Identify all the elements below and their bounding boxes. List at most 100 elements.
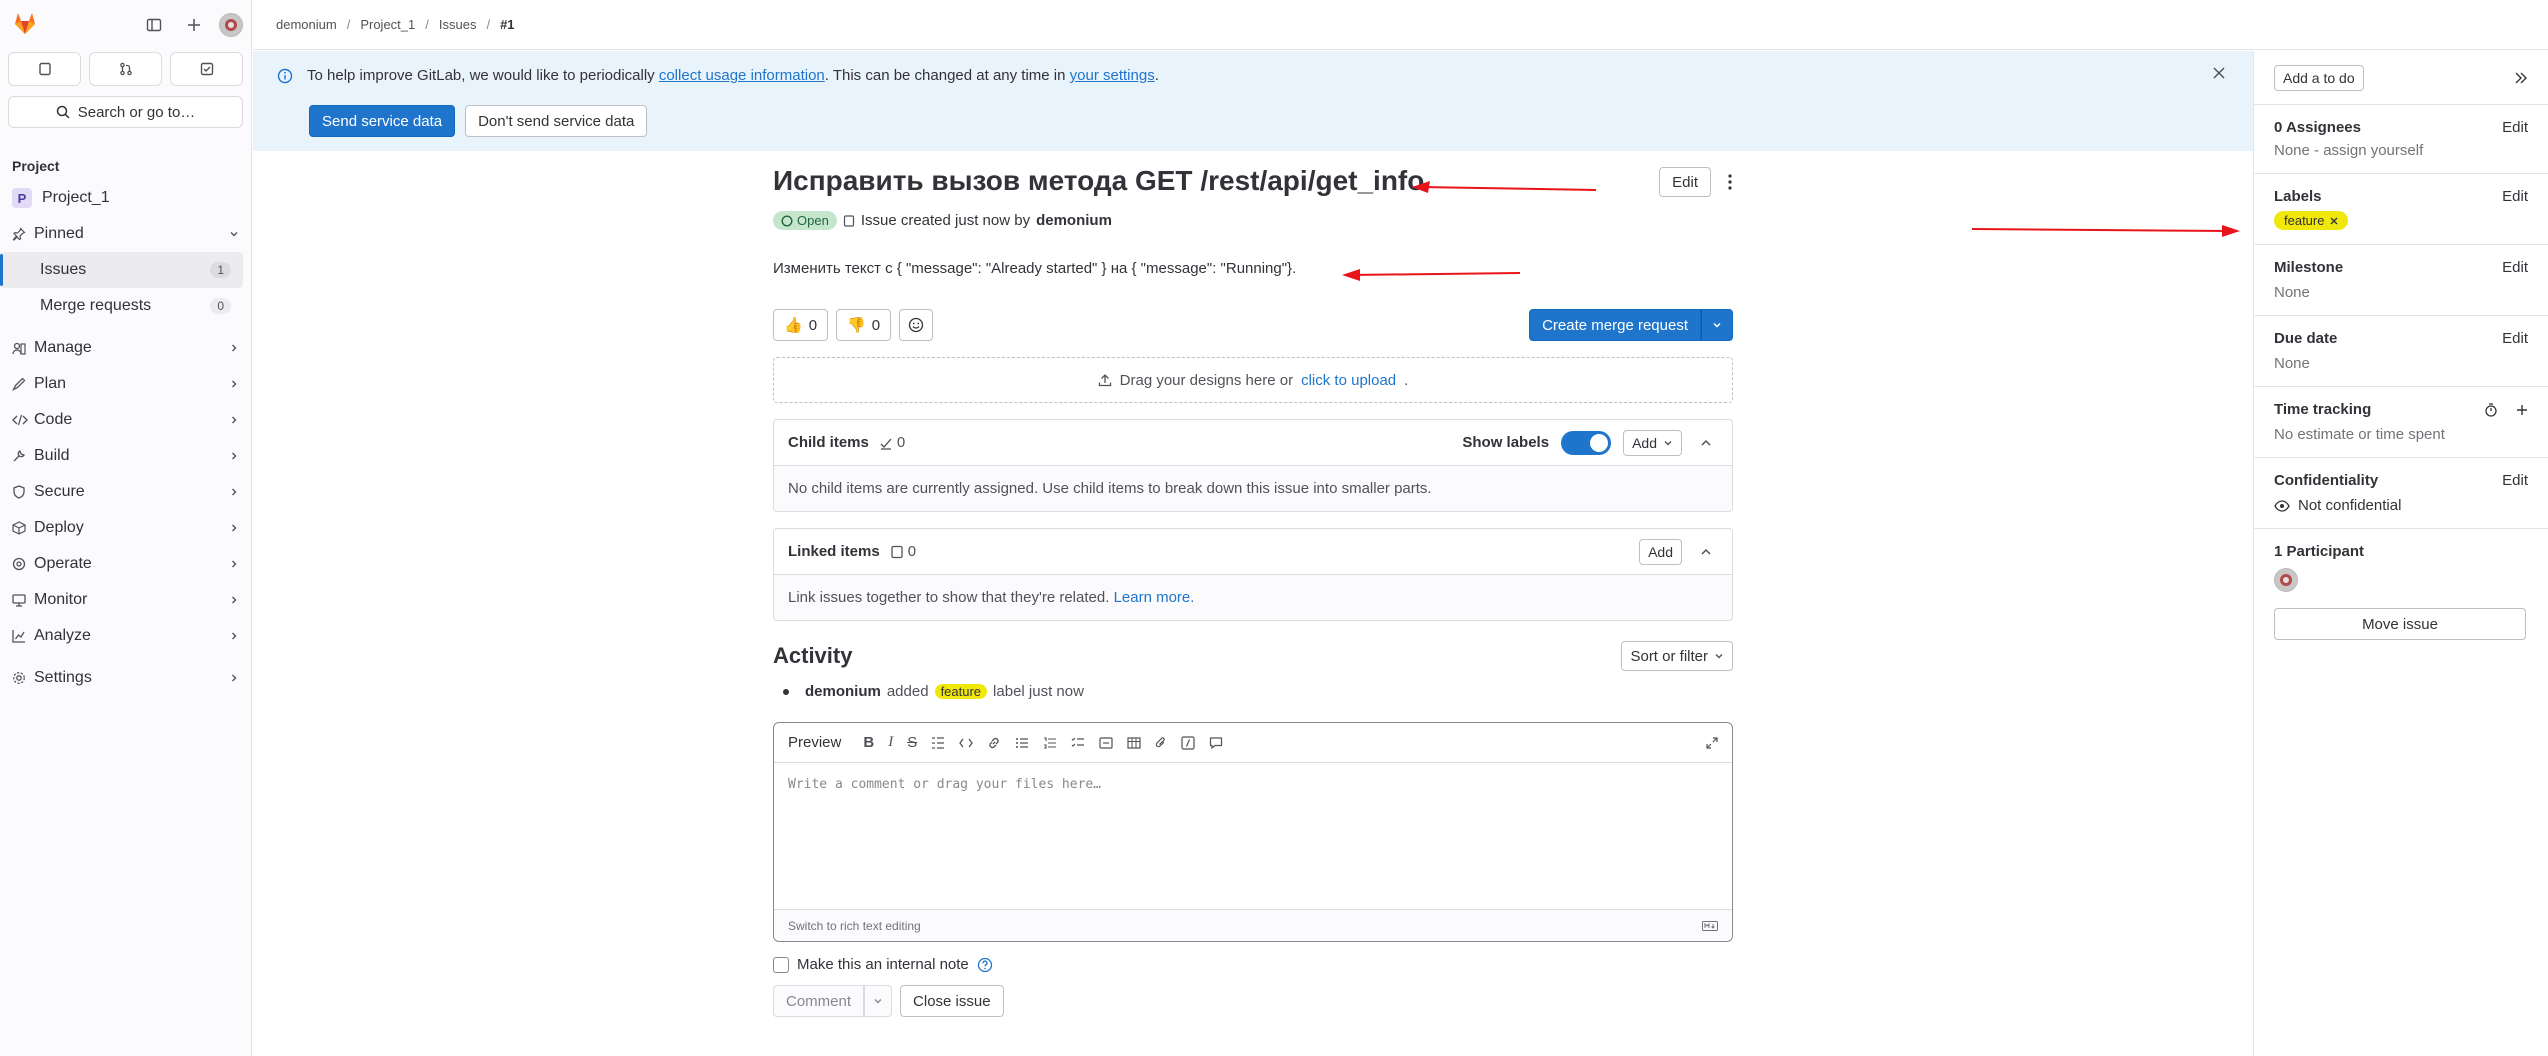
note-bullet: [783, 688, 789, 695]
breadcrumb-current[interactable]: #1: [500, 17, 514, 32]
link-icon[interactable]: [987, 736, 1001, 750]
search-label: Search or go to…: [77, 103, 196, 121]
sidebar-item-deploy[interactable]: Deploy: [0, 510, 251, 546]
sidebar-item-secure[interactable]: Secure: [0, 474, 251, 510]
your-settings-link[interactable]: your settings: [1070, 67, 1155, 84]
code-icon[interactable]: [959, 737, 974, 749]
due-date-edit-button[interactable]: Edit: [2502, 330, 2528, 347]
stopwatch-icon[interactable]: [2484, 402, 2498, 417]
sidebar-pinned-toggle[interactable]: Pinned: [0, 216, 251, 252]
breadcrumb-separator: /: [486, 17, 491, 32]
thumbs-down-button[interactable]: 👎 0: [836, 309, 892, 341]
note-author[interactable]: demonium: [805, 683, 881, 700]
chevron-down-icon[interactable]: [1701, 309, 1733, 341]
merge-requests-icon[interactable]: [89, 52, 162, 86]
internal-note-label: Make this an internal note: [797, 956, 969, 973]
create-new-icon[interactable]: [179, 10, 209, 40]
show-labels-toggle[interactable]: [1561, 430, 1612, 455]
sidebar-item-issues[interactable]: Issues 1: [0, 252, 243, 288]
collapsible-icon[interactable]: [1099, 736, 1113, 749]
create-merge-request-button[interactable]: Create merge request: [1529, 309, 1701, 341]
more-actions-icon[interactable]: [1727, 173, 1733, 191]
chevron-down-icon[interactable]: [864, 985, 893, 1017]
sidebar-item-code[interactable]: Code: [0, 402, 251, 438]
task-list-icon[interactable]: [1071, 737, 1085, 749]
collapse-chevron-up-icon[interactable]: [1694, 546, 1718, 558]
label-badge[interactable]: feature: [2274, 211, 2349, 230]
sidebar-item-merge-requests[interactable]: Merge requests 0: [0, 288, 243, 324]
send-service-data-button[interactable]: Send service data: [309, 105, 456, 137]
numbered-list-icon[interactable]: [1043, 736, 1057, 749]
italic-icon[interactable]: I: [888, 734, 893, 751]
bullet-list-icon[interactable]: [1015, 737, 1029, 749]
strikethrough-icon[interactable]: S: [907, 734, 917, 751]
breadcrumb-item[interactable]: Project_1: [360, 17, 415, 32]
confidentiality-edit-button[interactable]: Edit: [2502, 472, 2528, 489]
todo-list-icon[interactable]: [170, 52, 243, 86]
sidebar-item-plan[interactable]: Plan: [0, 366, 251, 402]
sort-filter-button[interactable]: Sort or filter: [1621, 641, 1733, 671]
sidebar-item-build[interactable]: Build: [0, 438, 251, 474]
comment-button[interactable]: Comment: [773, 985, 865, 1017]
breadcrumb-item[interactable]: demonium: [276, 17, 337, 32]
comment-editor: Preview B I S Write a comment or drag yo…: [773, 722, 1733, 942]
table-icon[interactable]: [1127, 736, 1141, 749]
comment-template-icon[interactable]: [1209, 736, 1223, 750]
edit-issue-button[interactable]: Edit: [1659, 167, 1711, 197]
linked-items-add-button[interactable]: Add: [1639, 538, 1682, 565]
confidentiality-value: Not confidential: [2298, 497, 2402, 514]
sidebar-item-manage[interactable]: Manage: [0, 330, 251, 366]
sidebar-item-operate[interactable]: Operate: [0, 546, 251, 582]
learn-more-link[interactable]: Learn more.: [1114, 589, 1195, 606]
milestone-edit-button[interactable]: Edit: [2502, 259, 2528, 276]
add-reaction-icon[interactable]: [899, 309, 934, 341]
dont-send-service-data-button[interactable]: Don't send service data: [465, 105, 648, 137]
remove-label-icon[interactable]: [2330, 217, 2338, 225]
linked-items-empty-text: Link issues together to show that they'r…: [788, 589, 1110, 606]
sidebar-item-settings[interactable]: Settings: [0, 660, 251, 696]
sidebar-item-analyze[interactable]: Analyze: [0, 618, 251, 654]
close-icon[interactable]: [2213, 67, 2225, 79]
assigned-issues-icon[interactable]: [8, 52, 81, 86]
child-items-add-button[interactable]: Add: [1623, 429, 1682, 456]
collapse-chevron-up-icon[interactable]: [1694, 437, 1718, 449]
add-todo-button[interactable]: Add a to do: [2274, 64, 2364, 91]
click-to-upload-link[interactable]: click to upload: [1301, 372, 1396, 389]
editor-footer: Switch to rich text editing: [774, 909, 1732, 941]
issue-author[interactable]: demonium: [1036, 212, 1112, 229]
collect-usage-link[interactable]: collect usage information: [659, 67, 825, 84]
add-time-icon[interactable]: [2516, 404, 2528, 416]
help-icon[interactable]: [977, 957, 993, 973]
close-issue-button[interactable]: Close issue: [900, 985, 1004, 1017]
thumbs-down-icon: 👎: [847, 317, 866, 334]
assignees-edit-button[interactable]: Edit: [2502, 119, 2528, 136]
thumbs-up-button[interactable]: 👍 0: [773, 309, 829, 341]
gitlab-logo-icon[interactable]: [12, 10, 42, 40]
switch-rich-text-link[interactable]: Switch to rich text editing: [788, 919, 921, 933]
attach-file-icon[interactable]: [1155, 736, 1167, 750]
collapse-sidebar-icon[interactable]: [2514, 71, 2528, 85]
breadcrumb-item[interactable]: Issues: [439, 17, 477, 32]
quick-action-icon[interactable]: [1181, 735, 1195, 750]
participant-avatar[interactable]: [2274, 568, 2298, 592]
bold-icon[interactable]: B: [863, 734, 874, 751]
search-button[interactable]: Search or go to…: [8, 96, 243, 128]
preview-tab[interactable]: Preview: [788, 734, 841, 751]
fullscreen-icon[interactable]: [1706, 736, 1718, 749]
move-issue-button[interactable]: Move issue: [2274, 608, 2526, 640]
internal-note-checkbox[interactable]: [773, 956, 789, 973]
note-label-badge[interactable]: feature: [934, 684, 988, 699]
design-dropzone[interactable]: Drag your designs here or click to uploa…: [773, 357, 1733, 403]
sidebar-project-link[interactable]: P Project_1: [0, 180, 251, 216]
assignees-value[interactable]: None - assign yourself: [2274, 142, 2528, 159]
sidebar-item-monitor[interactable]: Monitor: [0, 582, 251, 618]
user-avatar[interactable]: [219, 13, 243, 37]
mr-count-badge: 0: [210, 298, 231, 314]
comment-textarea[interactable]: Write a comment or drag your files here…: [774, 763, 1732, 806]
issue-main: Исправить вызов метода GET /rest/api/get…: [773, 151, 1733, 1017]
heading-icon[interactable]: [931, 736, 945, 749]
chevron-right-icon: [229, 379, 239, 389]
toggle-sidebar-icon[interactable]: [139, 10, 169, 40]
child-items-title: Child items: [788, 434, 869, 451]
labels-edit-button[interactable]: Edit: [2502, 188, 2528, 205]
